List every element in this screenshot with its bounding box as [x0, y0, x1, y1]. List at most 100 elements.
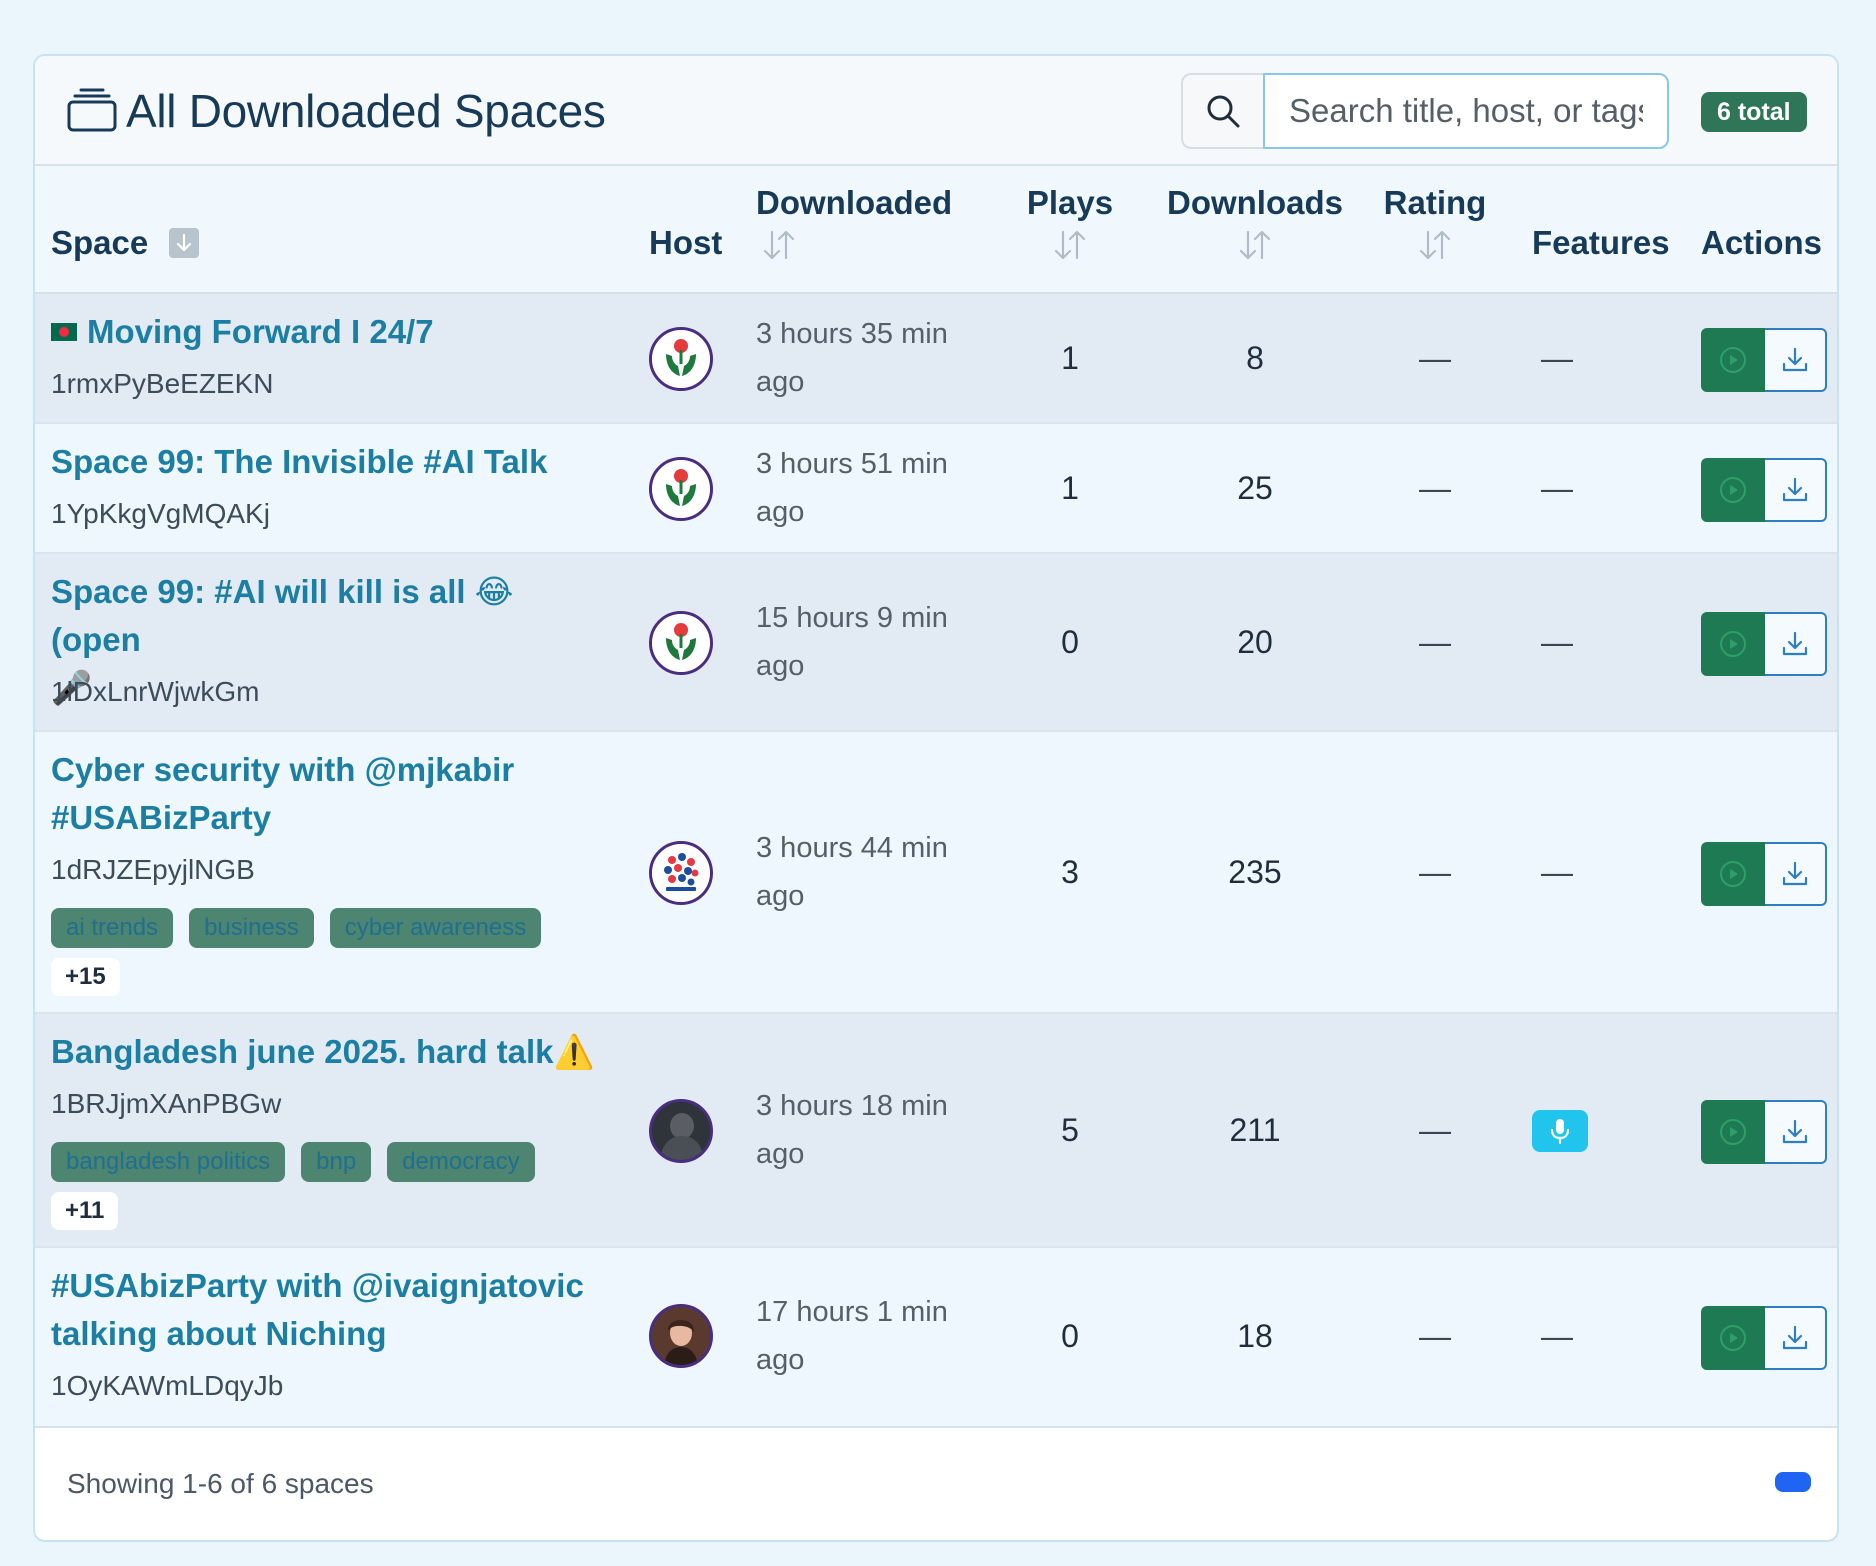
downloaded-time-line: 15 hours 9 min	[756, 602, 948, 634]
usabizparty-logo-icon	[652, 844, 710, 902]
features-value: —	[1541, 854, 1573, 890]
tag-list: bangladesh politics bnp democracy +11	[51, 1142, 611, 1230]
space-title-link[interactable]: Moving Forward I 24/7	[51, 308, 611, 356]
stack-icon	[67, 88, 117, 132]
rating-value: —	[1419, 470, 1451, 506]
more-tags-badge[interactable]: +11	[51, 1192, 119, 1230]
woman-portrait-icon	[652, 1307, 710, 1365]
downloads-count: 25	[1237, 470, 1273, 506]
downloaded-time-line: ago	[756, 880, 805, 912]
downloaded-time-line: 3 hours 44 min	[756, 832, 948, 864]
pagination-control[interactable]	[1775, 1472, 1811, 1492]
col-space[interactable]: Space	[51, 224, 200, 262]
space-title-link[interactable]: Space 99: The Invisible #AI Talk	[51, 438, 611, 486]
host-avatar[interactable]	[649, 1099, 713, 1163]
downloaded-time-line: ago	[756, 1138, 805, 1170]
downloads-count: 20	[1237, 624, 1273, 660]
downloaded-time-line: ago	[756, 366, 805, 398]
play-icon	[1718, 1323, 1748, 1353]
download-button[interactable]	[1765, 842, 1827, 906]
tag-chip[interactable]: bnp	[301, 1142, 372, 1182]
col-space-label: Space	[51, 224, 149, 261]
play-icon	[1718, 1117, 1748, 1147]
play-button[interactable]	[1701, 328, 1765, 392]
total-count-badge: 6 total	[1701, 92, 1807, 132]
sort-icon[interactable]	[1238, 228, 1272, 262]
download-icon	[1780, 345, 1810, 375]
space-title-line: Space 99: #AI will kill is all 😂 (open	[51, 573, 514, 658]
play-button[interactable]	[1701, 842, 1765, 906]
space-id: 1YpKkgVgMQAKj	[51, 498, 270, 529]
tag-chip[interactable]: democracy	[387, 1142, 535, 1182]
search-input[interactable]	[1263, 73, 1669, 149]
space-title-link[interactable]: Bangladesh june 2025. hard talk⚠️	[51, 1028, 611, 1076]
play-button[interactable]	[1701, 458, 1765, 522]
host-avatar[interactable]	[649, 327, 713, 391]
tag-chip[interactable]: business	[189, 908, 314, 948]
download-icon	[1780, 1117, 1810, 1147]
host-avatar[interactable]	[649, 457, 713, 521]
sort-icon[interactable]	[1418, 228, 1452, 262]
plays-count: 0	[1061, 1318, 1079, 1354]
tag-list: ai trends business cyber awareness +15	[51, 908, 611, 996]
downloaded-time-line: 3 hours 35 min	[756, 318, 948, 350]
table-row: Bangladesh june 2025. hard talk⚠️ 1BRJjm…	[35, 1014, 1837, 1248]
play-button[interactable]	[1701, 1100, 1765, 1164]
plays-count: 5	[1061, 1112, 1079, 1148]
sort-icon[interactable]	[1053, 228, 1087, 262]
col-plays[interactable]: Plays	[1015, 184, 1125, 262]
space-id: 1dRJZEpyjlNGB	[51, 854, 255, 885]
download-button[interactable]	[1765, 458, 1827, 522]
host-avatar[interactable]	[649, 611, 713, 675]
col-features: Features	[1532, 224, 1670, 261]
rating-value: —	[1419, 1112, 1451, 1148]
rating-value: —	[1419, 1318, 1451, 1354]
downloads-count: 18	[1237, 1318, 1273, 1354]
sort-desc-icon[interactable]	[169, 228, 200, 258]
col-downloaded[interactable]: Downloaded	[756, 184, 956, 262]
row-actions	[1701, 1100, 1827, 1164]
download-button[interactable]	[1765, 612, 1827, 676]
host-avatar[interactable]	[649, 1304, 713, 1368]
tag-chip[interactable]: ai trends	[51, 908, 174, 948]
rating-value: —	[1419, 624, 1451, 660]
features-value: —	[1541, 340, 1573, 376]
col-actions: Actions	[1701, 224, 1823, 261]
space-title-link[interactable]: Cyber security with @mjkabir #USABizParty	[51, 746, 611, 842]
row-actions	[1701, 328, 1827, 392]
download-icon	[1780, 1323, 1810, 1353]
sort-icon[interactable]	[762, 228, 796, 262]
recording-feature-badge	[1532, 1110, 1588, 1152]
table-row: Cyber security with @mjkabir #USABizParty…	[35, 732, 1837, 1014]
row-actions	[1701, 612, 1827, 676]
search-icon	[1207, 95, 1240, 128]
col-host: Host	[649, 224, 723, 261]
downloaded-time: 3 hours 51 min ago	[756, 440, 976, 536]
download-button[interactable]	[1765, 328, 1827, 392]
table-footer: Showing 1-6 of 6 spaces	[35, 1426, 1837, 1540]
download-button[interactable]	[1765, 1306, 1827, 1370]
space-title-line: Cyber security with @mjkabir	[51, 751, 515, 788]
play-icon	[1718, 629, 1748, 659]
download-button[interactable]	[1765, 1100, 1827, 1164]
search-group	[1181, 73, 1669, 149]
pagination-summary: Showing 1-6 of 6 spaces	[67, 1468, 374, 1499]
tag-chip[interactable]: cyber awareness	[329, 908, 542, 948]
host-avatar[interactable]	[649, 841, 713, 905]
downloaded-time: 3 hours 18 min ago	[756, 1082, 976, 1178]
search-button[interactable]	[1181, 73, 1263, 149]
col-downloads[interactable]: Downloads	[1155, 184, 1355, 262]
play-button[interactable]	[1701, 1306, 1765, 1370]
downloaded-time-line: ago	[756, 496, 805, 528]
space-title-link[interactable]: #USAbizParty with @ivaignjatovic talking …	[51, 1262, 611, 1358]
more-tags-badge[interactable]: +15	[51, 958, 120, 996]
downloaded-time: 3 hours 44 min ago	[756, 824, 976, 920]
downloaded-time-line: ago	[756, 1344, 805, 1376]
row-actions	[1701, 842, 1827, 906]
col-rating[interactable]: Rating	[1375, 184, 1495, 262]
tag-chip[interactable]: bangladesh politics	[51, 1142, 286, 1182]
play-button[interactable]	[1701, 612, 1765, 676]
download-icon	[1780, 475, 1810, 505]
page-title: All Downloaded Spaces	[126, 85, 606, 137]
col-downloaded-label: Downloaded	[756, 184, 953, 221]
